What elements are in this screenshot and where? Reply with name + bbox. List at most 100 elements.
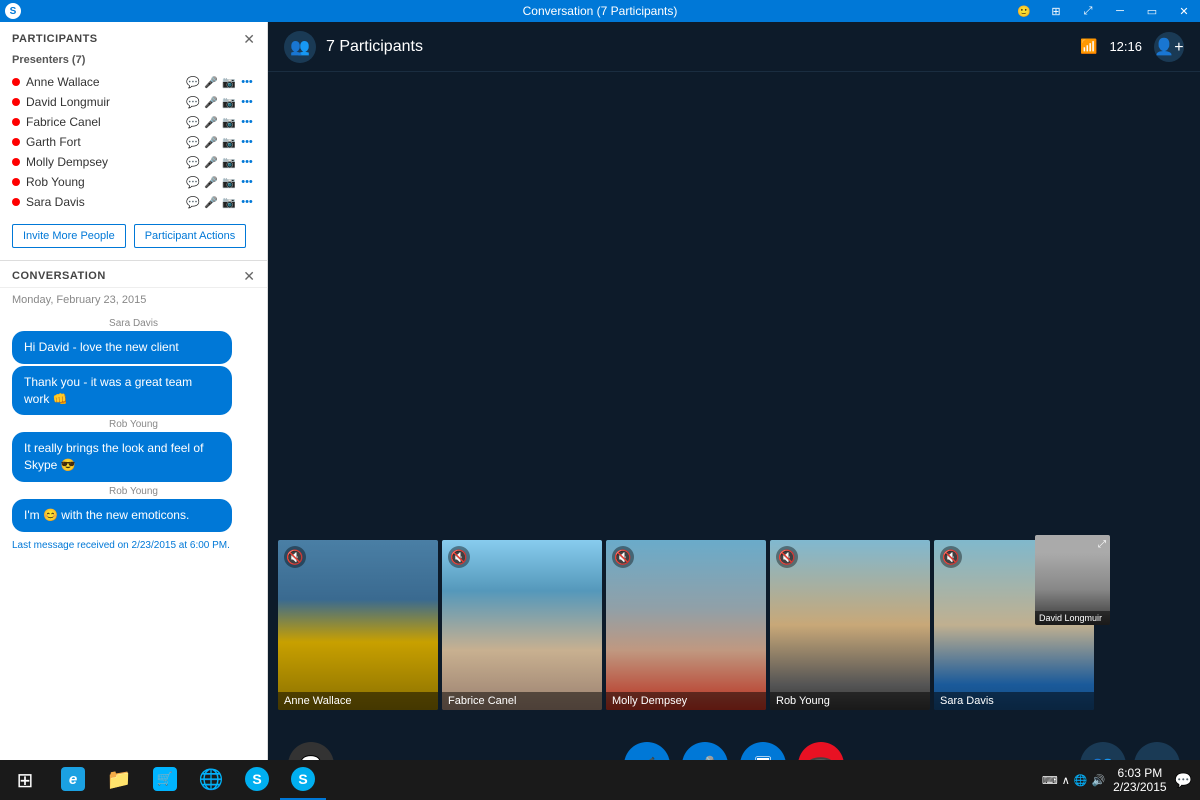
video-name-sara: Sara Davis bbox=[934, 692, 1094, 710]
status-dot-david bbox=[12, 98, 20, 106]
taskbar-folder[interactable]: 📁 bbox=[96, 760, 142, 800]
chat-icon-molly[interactable]: 💬 bbox=[185, 156, 201, 169]
status-dot-anne bbox=[12, 78, 20, 86]
msg-bubble-1: Hi David - love the new client bbox=[12, 331, 232, 364]
taskbar-skype1[interactable]: S bbox=[234, 760, 280, 800]
taskbar-ie[interactable]: e bbox=[50, 760, 96, 800]
more-icon-anne[interactable]: ••• bbox=[239, 76, 255, 88]
participant-icons-rob: 💬 🎤 📷 ••• bbox=[185, 176, 255, 189]
add-person-button[interactable]: 👤+ bbox=[1154, 32, 1184, 62]
folder-icon: 📁 bbox=[107, 767, 131, 791]
restore-btn[interactable]: ▭ bbox=[1136, 0, 1168, 22]
minimize-btn[interactable]: ─ bbox=[1104, 0, 1136, 22]
mic-icon-garth[interactable]: 🎤 bbox=[203, 136, 219, 149]
store-icon: 🛒 bbox=[153, 767, 177, 791]
mic-icon-fabrice[interactable]: 🎤 bbox=[203, 116, 219, 129]
chat-icon-david[interactable]: 💬 bbox=[185, 96, 201, 109]
participant-icons-molly: 💬 🎤 📷 ••• bbox=[185, 156, 255, 169]
camera-icon-sara[interactable]: 📷 bbox=[221, 196, 237, 209]
camera-icon-garth[interactable]: 📷 bbox=[221, 136, 237, 149]
taskbar: ⊞ e 📁 🛒 🌐 S S ⌨ ∧ 🌐 🔊 6:03 PM 2/23/20 bbox=[0, 760, 1200, 800]
taskbar-chrome[interactable]: 🌐 bbox=[188, 760, 234, 800]
status-dot-sara bbox=[12, 198, 20, 206]
conversation-messages: Sara Davis Hi David - love the new clien… bbox=[0, 310, 267, 763]
participant-anne: Anne Wallace 💬 🎤 📷 ••• bbox=[0, 72, 267, 92]
participant-name-fabrice: Fabrice Canel bbox=[26, 115, 185, 129]
participant-rob: Rob Young 💬 🎤 📷 ••• bbox=[0, 172, 267, 192]
participant-name-anne: Anne Wallace bbox=[26, 75, 185, 89]
tray-up-icon[interactable]: ∧ bbox=[1062, 774, 1070, 787]
msg-sender-rob: Rob Young bbox=[0, 419, 267, 430]
video-name-anne: Anne Wallace bbox=[278, 692, 438, 710]
participant-david: David Longmuir 💬 🎤 📷 ••• bbox=[0, 92, 267, 112]
chat-icon-sara[interactable]: 💬 bbox=[185, 196, 201, 209]
more-icon-garth[interactable]: ••• bbox=[239, 136, 255, 148]
camera-icon-rob[interactable]: 📷 bbox=[221, 176, 237, 189]
more-icon-fabrice[interactable]: ••• bbox=[239, 116, 255, 128]
taskbar-date: 2/23/2015 bbox=[1113, 780, 1166, 794]
close-btn[interactable]: ✕ bbox=[1168, 0, 1200, 22]
mic-icon-anne[interactable]: 🎤 bbox=[203, 76, 219, 89]
mic-icon-rob[interactable]: 🎤 bbox=[203, 176, 219, 189]
msg-bubble-3: It really brings the look and feel of Sk… bbox=[12, 432, 232, 482]
status-dot-molly bbox=[12, 158, 20, 166]
more-icon-molly[interactable]: ••• bbox=[239, 156, 255, 168]
conversation-close-icon[interactable]: ✕ bbox=[243, 269, 255, 283]
participant-sara: Sara Davis 💬 🎤 📷 ••• bbox=[0, 192, 267, 212]
video-strip: 🔇 Anne Wallace 🔇 Fabrice Canel 🔇 Molly D… bbox=[278, 535, 1094, 710]
windows-start-button[interactable]: ⊞ bbox=[0, 760, 50, 800]
more-icon-sara[interactable]: ••• bbox=[239, 196, 255, 208]
titlebar-title: Conversation (7 Participants) bbox=[523, 4, 678, 18]
invite-more-button[interactable]: Invite More People bbox=[12, 224, 126, 248]
volume-icon[interactable]: 🔊 bbox=[1091, 774, 1105, 787]
participants-close-icon[interactable]: ✕ bbox=[243, 32, 255, 46]
titlebar-logo: S bbox=[5, 3, 21, 19]
participant-actions-button[interactable]: Participant Actions bbox=[134, 224, 247, 248]
taskbar-apps: e 📁 🛒 🌐 S S bbox=[50, 760, 326, 800]
video-card-rob: 🔇 Rob Young bbox=[770, 540, 930, 710]
mic-icon-sara[interactable]: 🎤 bbox=[203, 196, 219, 209]
call-time: 12:16 bbox=[1109, 39, 1142, 54]
signal-icon: 📶 bbox=[1080, 38, 1097, 55]
taskbar-store[interactable]: 🛒 bbox=[142, 760, 188, 800]
video-name-fabrice: Fabrice Canel bbox=[442, 692, 602, 710]
msg-sender-sara: Sara Davis bbox=[0, 318, 267, 329]
mute-indicator-anne: 🔇 bbox=[284, 546, 306, 568]
emoji-btn[interactable]: 🙂 bbox=[1008, 0, 1040, 22]
ie-icon: e bbox=[61, 767, 85, 791]
titlebar-controls: 🙂 ⊞ ⤢ ─ ▭ ✕ bbox=[1008, 0, 1200, 22]
participants-count: 7 Participants bbox=[326, 38, 423, 56]
taskbar-time: 6:03 PM 2/23/2015 bbox=[1113, 766, 1166, 794]
video-card-fabrice: 🔇 Fabrice Canel bbox=[442, 540, 602, 710]
conversation-date: Monday, February 23, 2015 bbox=[0, 288, 267, 310]
participants-section: PARTICIPANTS ✕ Presenters (7) Anne Walla… bbox=[0, 22, 267, 261]
camera-icon-molly[interactable]: 📷 bbox=[221, 156, 237, 169]
chat-icon-anne[interactable]: 💬 bbox=[185, 76, 201, 89]
grid-btn[interactable]: ⊞ bbox=[1040, 0, 1072, 22]
chat-icon-garth[interactable]: 💬 bbox=[185, 136, 201, 149]
mic-icon-david[interactable]: 🎤 bbox=[203, 96, 219, 109]
expand-btn[interactable]: ⤢ bbox=[1072, 0, 1104, 22]
msg-sender-rob2: Rob Young bbox=[0, 486, 267, 497]
camera-icon-anne[interactable]: 📷 bbox=[221, 76, 237, 89]
conversation-section: CONVERSATION ✕ Monday, February 23, 2015… bbox=[0, 261, 267, 800]
mic-icon-molly[interactable]: 🎤 bbox=[203, 156, 219, 169]
participant-icons-fabrice: 💬 🎤 📷 ••• bbox=[185, 116, 255, 129]
chat-icon-fabrice[interactable]: 💬 bbox=[185, 116, 201, 129]
participant-name-rob: Rob Young bbox=[26, 175, 185, 189]
expand-icon-david[interactable]: ⤢ bbox=[1098, 539, 1106, 550]
main-container: PARTICIPANTS ✕ Presenters (7) Anne Walla… bbox=[0, 22, 1200, 800]
more-icon-rob[interactable]: ••• bbox=[239, 176, 255, 188]
camera-icon-david[interactable]: 📷 bbox=[221, 96, 237, 109]
camera-icon-fabrice[interactable]: 📷 bbox=[221, 116, 237, 129]
left-panel: PARTICIPANTS ✕ Presenters (7) Anne Walla… bbox=[0, 22, 268, 800]
taskbar-skype2[interactable]: S bbox=[280, 760, 326, 800]
conversation-title: CONVERSATION bbox=[12, 270, 106, 282]
notification-icon[interactable]: 💬 bbox=[1175, 772, 1192, 789]
chat-icon-rob[interactable]: 💬 bbox=[185, 176, 201, 189]
video-card-molly: 🔇 Molly Dempsey bbox=[606, 540, 766, 710]
status-dot-rob bbox=[12, 178, 20, 186]
more-icon-david[interactable]: ••• bbox=[239, 96, 255, 108]
right-panel: 👥 7 Participants 📶 12:16 👤+ 🔇 Anne Walla… bbox=[268, 22, 1200, 800]
video-name-rob: Rob Young bbox=[770, 692, 930, 710]
